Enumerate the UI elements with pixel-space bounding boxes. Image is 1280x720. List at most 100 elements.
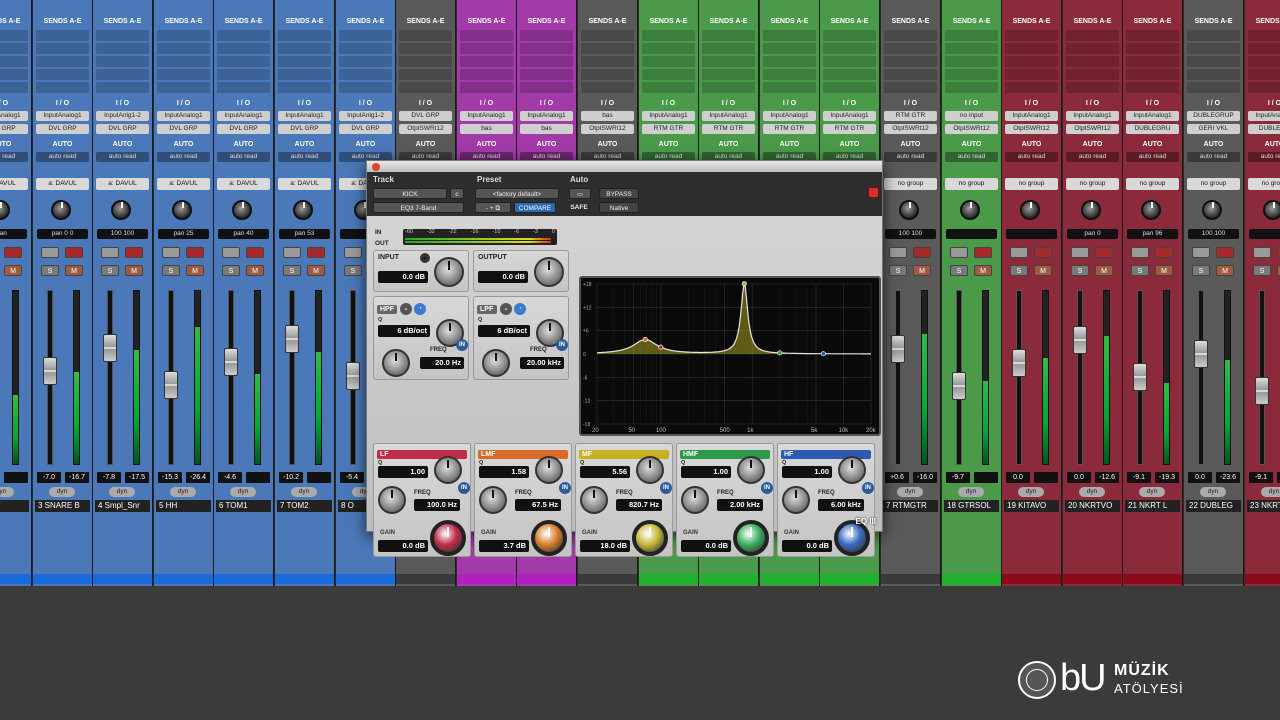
- send-slot[interactable]: [399, 56, 452, 67]
- band-freq-value[interactable]: 100.0 Hz: [414, 499, 460, 511]
- send-slot[interactable]: [157, 56, 210, 67]
- send-slot[interactable]: [1187, 69, 1240, 80]
- hpf-enable-icon[interactable]: ◔: [414, 303, 426, 315]
- send-slot[interactable]: [1005, 43, 1058, 54]
- send-slot[interactable]: [1066, 43, 1119, 54]
- output-selector[interactable]: bas: [520, 124, 573, 134]
- send-slot[interactable]: [157, 69, 210, 80]
- send-slot[interactable]: [339, 82, 392, 93]
- output-selector[interactable]: DVL GRP: [157, 124, 210, 134]
- output-selector[interactable]: DVL GRP: [36, 124, 89, 134]
- send-slot[interactable]: [1005, 69, 1058, 80]
- send-slot[interactable]: [217, 69, 270, 80]
- send-slot[interactable]: [823, 82, 876, 93]
- dyn-button[interactable]: dyn: [1261, 487, 1280, 497]
- send-slot[interactable]: [1248, 56, 1280, 67]
- band-in-button[interactable]: IN: [660, 482, 672, 494]
- output-selector[interactable]: DVL GRP: [339, 124, 392, 134]
- record-arm-button[interactable]: [307, 247, 325, 258]
- dyn-button[interactable]: dyn: [958, 487, 984, 497]
- band-q-value[interactable]: 1.00: [782, 466, 832, 478]
- send-slot[interactable]: [399, 30, 452, 41]
- send-slot[interactable]: [1248, 43, 1280, 54]
- output-selector[interactable]: RTM GTR: [702, 124, 755, 134]
- send-slot[interactable]: [642, 43, 695, 54]
- mute-button[interactable]: M: [186, 265, 204, 276]
- send-slot[interactable]: [702, 82, 755, 93]
- mute-button[interactable]: M: [307, 265, 325, 276]
- band-q-value[interactable]: 1.00: [681, 466, 731, 478]
- volume-fader[interactable]: [1073, 326, 1087, 354]
- pan-knob[interactable]: [111, 200, 131, 220]
- send-slot[interactable]: [460, 30, 513, 41]
- send-slot[interactable]: [945, 30, 998, 41]
- input-selector[interactable]: InputAnalog1: [1248, 111, 1280, 121]
- band-freq-value[interactable]: 2.00 kHz: [717, 499, 763, 511]
- pan-knob[interactable]: [1263, 200, 1280, 220]
- send-slot[interactable]: [1005, 56, 1058, 67]
- send-slot[interactable]: [823, 43, 876, 54]
- automation-mode[interactable]: auto read: [1248, 152, 1280, 162]
- send-slot[interactable]: [520, 56, 573, 67]
- pan-knob[interactable]: [172, 200, 192, 220]
- send-slot[interactable]: [581, 43, 634, 54]
- output-selector[interactable]: DVL GRP: [217, 124, 270, 134]
- output-selector[interactable]: DVL GRP: [0, 124, 28, 134]
- send-slot[interactable]: [763, 82, 816, 93]
- record-arm-button[interactable]: [1095, 247, 1113, 258]
- input-selector[interactable]: RTM GTR: [884, 111, 937, 121]
- band-gain-value[interactable]: 0.0 dB: [681, 540, 731, 552]
- eq-curve-svg[interactable]: +18 +12 +6 0 -6 -12 -1820 50 100 500 1k 5k 10k 20k: [581, 278, 879, 434]
- send-slot[interactable]: [581, 30, 634, 41]
- input-monitor-button[interactable]: [1131, 247, 1149, 258]
- send-slot[interactable]: [1187, 56, 1240, 67]
- output-selector[interactable]: RTM GTR: [823, 124, 876, 134]
- output-selector[interactable]: DUBLEGRU: [1126, 124, 1179, 134]
- dyn-button[interactable]: dyn: [1079, 487, 1105, 497]
- band-gain-knob[interactable]: [632, 520, 668, 556]
- pan-knob[interactable]: [293, 200, 313, 220]
- pan-knob[interactable]: [1141, 200, 1161, 220]
- window-menu-icon[interactable]: [868, 187, 879, 198]
- band-q-knob[interactable]: [737, 456, 765, 484]
- solo-button[interactable]: S: [1010, 265, 1028, 276]
- lpf-slope-value[interactable]: 6 dB/oct: [478, 325, 530, 337]
- input-selector[interactable]: DUBLEGRUP: [1187, 111, 1240, 121]
- close-icon[interactable]: [372, 163, 380, 171]
- automation-mode[interactable]: auto read: [1126, 152, 1179, 162]
- track-name[interactable]: 4 Smpl_Snr: [95, 500, 150, 512]
- dyn-button[interactable]: dyn: [1018, 487, 1044, 497]
- automation-mode[interactable]: auto read: [1005, 152, 1058, 162]
- send-slot[interactable]: [945, 56, 998, 67]
- mute-button[interactable]: M: [65, 265, 83, 276]
- volume-fader[interactable]: [891, 335, 905, 363]
- automation-mode[interactable]: auto read: [884, 152, 937, 162]
- band-freq-knob[interactable]: [580, 486, 608, 514]
- send-slot[interactable]: [460, 43, 513, 54]
- send-slot[interactable]: [339, 30, 392, 41]
- automation-icon[interactable]: ▭: [569, 188, 591, 199]
- eq-response-graph[interactable]: +18 +12 +6 0 -6 -12 -18 20 50 100 500 1k 5k 10k 20k: [579, 276, 881, 436]
- send-slot[interactable]: [278, 69, 331, 80]
- send-slot[interactable]: [0, 30, 28, 41]
- solo-button[interactable]: S: [344, 265, 362, 276]
- send-slot[interactable]: [763, 56, 816, 67]
- pan-knob[interactable]: [0, 200, 10, 220]
- lpf-freq-value[interactable]: 20.00 kHz: [520, 357, 564, 369]
- send-slot[interactable]: [36, 43, 89, 54]
- send-slot[interactable]: [1187, 30, 1240, 41]
- input-selector[interactable]: InputAnalog1: [460, 111, 513, 121]
- preset-selector[interactable]: <factory default>: [475, 188, 559, 199]
- send-slot[interactable]: [36, 82, 89, 93]
- group-selector[interactable]: a: DAVUL: [217, 178, 270, 190]
- input-selector[interactable]: InputAnalog1: [1066, 111, 1119, 121]
- lpf-in-button[interactable]: IN: [556, 339, 568, 351]
- send-slot[interactable]: [702, 69, 755, 80]
- volume-fader[interactable]: [103, 334, 117, 362]
- preset-controls[interactable]: - + ⧉: [475, 202, 511, 213]
- send-slot[interactable]: [96, 30, 149, 41]
- send-slot[interactable]: [1005, 82, 1058, 93]
- band-freq-knob[interactable]: [479, 486, 507, 514]
- send-slot[interactable]: [278, 82, 331, 93]
- send-slot[interactable]: [884, 82, 937, 93]
